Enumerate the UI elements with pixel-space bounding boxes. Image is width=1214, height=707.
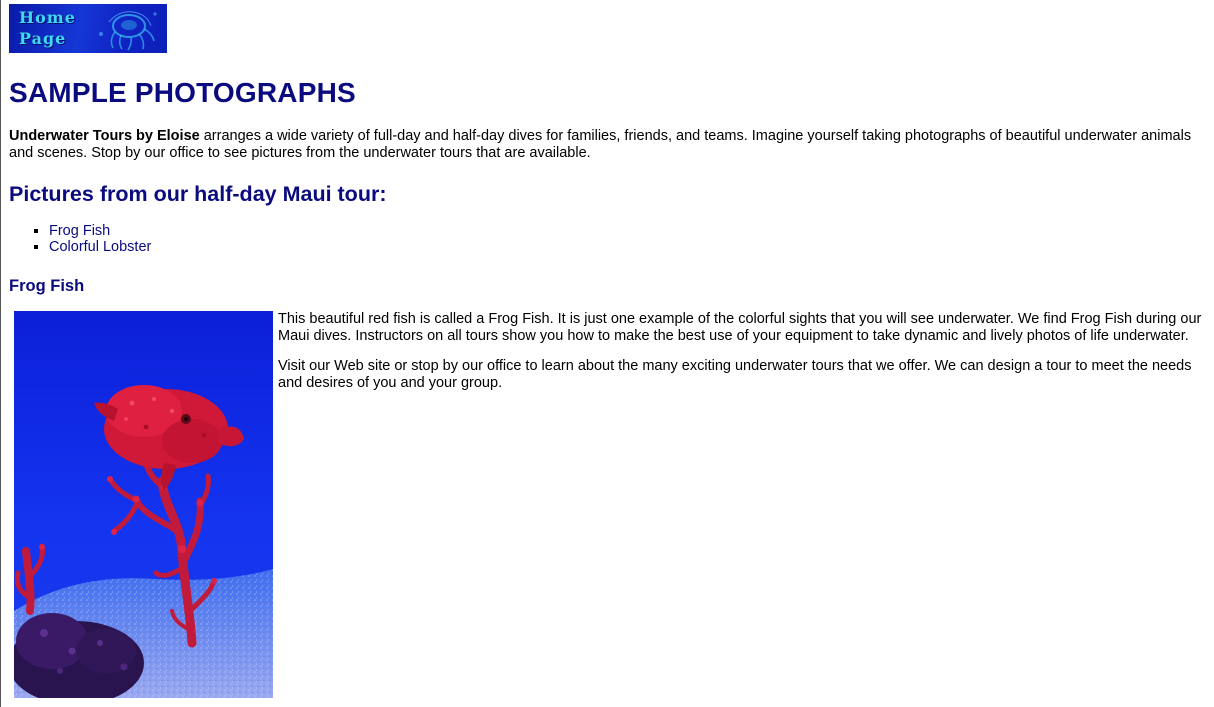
frog-fish-photo xyxy=(14,311,273,698)
frog-fish-paragraph-2: Visit our Web site or stop by our office… xyxy=(278,358,1192,391)
company-name: Underwater Tours by Eloise xyxy=(9,128,200,144)
page-content: Home Page SAMPLE PHOTOGRAPHS Underwater … xyxy=(9,4,1209,698)
list-item: Colorful Lobster xyxy=(49,239,151,255)
colorful-lobster-link[interactable]: Colorful Lobster xyxy=(49,239,151,255)
section-title: Pictures from our half-day Maui tour: xyxy=(9,182,387,206)
frog-fish-description: This beautiful red fish is called a Frog… xyxy=(278,311,1206,405)
banner-line-2: Page xyxy=(19,29,67,48)
intro-paragraph: Underwater Tours by Eloise arranges a wi… xyxy=(9,128,1209,162)
window-left-border xyxy=(0,0,1,707)
home-page-banner-link[interactable]: Home Page xyxy=(9,4,167,53)
banner-label: Home Page xyxy=(19,7,99,49)
banner-line-1: Home xyxy=(19,8,76,27)
frog-fish-image xyxy=(14,311,273,698)
list-item: Frog Fish xyxy=(49,223,151,239)
frog-fish-link[interactable]: Frog Fish xyxy=(49,223,110,239)
photo-link-list: Frog Fish Colorful Lobster xyxy=(9,223,151,255)
frog-fish-paragraph-1: This beautiful red fish is called a Frog… xyxy=(278,311,1202,344)
page-title: SAMPLE PHOTOGRAPHS xyxy=(9,77,356,108)
frog-fish-heading: Frog Fish xyxy=(9,277,85,295)
